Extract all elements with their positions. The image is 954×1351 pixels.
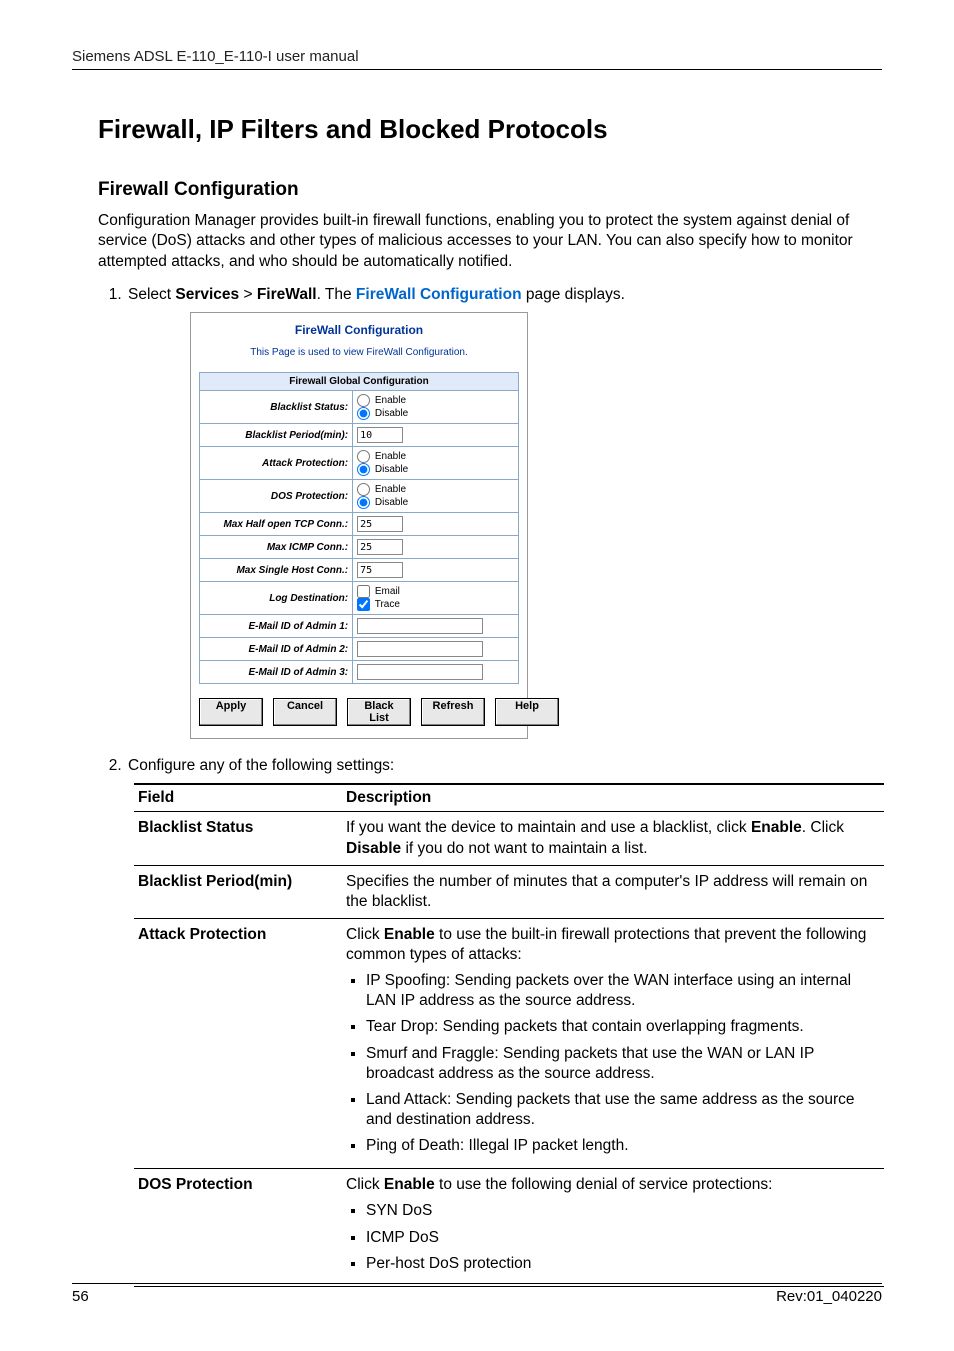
- blacklist-button[interactable]: Black List: [347, 698, 411, 726]
- row-email3-label: E-Mail ID of Admin 3:: [200, 661, 353, 684]
- desc-attack-protection: Click Enable to use the built-in firewal…: [342, 918, 884, 1168]
- step-1-link: FireWall Configuration: [356, 286, 522, 303]
- attack-item: Tear Drop: Sending packets that contain …: [366, 1017, 880, 1037]
- step-1: Select Services > FireWall. The FireWall…: [126, 286, 882, 739]
- help-button[interactable]: Help: [495, 698, 559, 726]
- blacklist-disable-radio[interactable]: [357, 407, 370, 420]
- dos-item: Per-host DoS protection: [366, 1254, 880, 1274]
- desc-blacklist-status: If you want the device to maintain and u…: [342, 812, 884, 865]
- disable-label: Disable: [375, 498, 408, 509]
- config-table: Firewall Global Configuration Blacklist …: [199, 372, 519, 684]
- blacklist-period-input[interactable]: [357, 427, 403, 443]
- row-email2-label: E-Mail ID of Admin 2:: [200, 638, 353, 661]
- dos-enable-radio[interactable]: [357, 483, 370, 496]
- attack-item: Smurf and Fraggle: Sending packets that …: [366, 1044, 880, 1084]
- refresh-button[interactable]: Refresh: [421, 698, 485, 726]
- enable-label: Enable: [375, 396, 406, 407]
- panel-button-row: Apply Cancel Black List Refresh Help: [199, 698, 519, 726]
- disable-label: Disable: [375, 409, 408, 420]
- page-title: Firewall, IP Filters and Blocked Protoco…: [98, 114, 882, 145]
- section-heading: Firewall Configuration: [98, 179, 882, 201]
- dos-item: ICMP DoS: [366, 1228, 880, 1248]
- cancel-button[interactable]: Cancel: [273, 698, 337, 726]
- step-1-mid: . The: [317, 286, 356, 303]
- email-label: Email: [375, 587, 400, 598]
- blacklist-enable-radio[interactable]: [357, 394, 370, 407]
- log-trace-check[interactable]: [357, 598, 370, 611]
- field-blacklist-period: Blacklist Period(min): [134, 865, 342, 918]
- row-email1-label: E-Mail ID of Admin 1:: [200, 615, 353, 638]
- attack-enable-radio[interactable]: [357, 450, 370, 463]
- email1-input[interactable]: [357, 618, 483, 634]
- intro-paragraph: Configuration Manager provides built-in …: [98, 211, 882, 272]
- attack-disable-radio[interactable]: [357, 463, 370, 476]
- desc-blacklist-period: Specifies the number of minutes that a c…: [342, 865, 884, 918]
- step-list: Select Services > FireWall. The FireWall…: [98, 286, 882, 775]
- firewall-config-panel: FireWall Configuration This Page is used…: [190, 312, 528, 739]
- max-icmp-input[interactable]: [357, 539, 403, 555]
- row-max-single-label: Max Single Host Conn.:: [200, 559, 353, 582]
- revision-id: Rev:01_040220: [776, 1288, 882, 1305]
- panel-title: FireWall Configuration: [199, 323, 519, 337]
- config-caption: Firewall Global Configuration: [200, 373, 519, 391]
- running-header: Siemens ADSL E-110_E-110-I user manual: [72, 48, 882, 70]
- email2-input[interactable]: [357, 641, 483, 657]
- row-max-icmp-label: Max ICMP Conn.:: [200, 536, 353, 559]
- step-1-sep: >: [239, 286, 257, 303]
- step-1-post: page displays.: [522, 286, 625, 303]
- field-description-table: Field Description Blacklist Status If yo…: [134, 783, 884, 1287]
- max-single-input[interactable]: [357, 562, 403, 578]
- row-blacklist-period-label: Blacklist Period(min):: [200, 424, 353, 447]
- row-max-half-tcp-label: Max Half open TCP Conn.:: [200, 513, 353, 536]
- row-blacklist-status-value: Enable Disable: [353, 391, 519, 424]
- email3-input[interactable]: [357, 664, 483, 680]
- page-footer: 56 Rev:01_040220: [72, 1283, 882, 1305]
- trace-label: Trace: [375, 600, 400, 611]
- max-half-tcp-input[interactable]: [357, 516, 403, 532]
- attack-item: IP Spoofing: Sending packets over the WA…: [366, 971, 880, 1011]
- dos-disable-radio[interactable]: [357, 496, 370, 509]
- row-blacklist-status-label: Blacklist Status:: [200, 391, 353, 424]
- step-2: Configure any of the following settings:: [126, 757, 882, 775]
- step-2-text: Configure any of the following settings:: [128, 757, 394, 774]
- row-dos-label: DOS Protection:: [200, 480, 353, 513]
- dos-item: SYN DoS: [366, 1201, 880, 1221]
- desc-dos-protection: Click Enable to use the following denial…: [342, 1169, 884, 1287]
- enable-label: Enable: [375, 485, 406, 496]
- disable-label: Disable: [375, 465, 408, 476]
- col-field: Field: [134, 784, 342, 812]
- field-blacklist-status: Blacklist Status: [134, 812, 342, 865]
- attack-item: Land Attack: Sending packets that use th…: [366, 1090, 880, 1130]
- panel-desc: This Page is used to view FireWall Confi…: [199, 347, 519, 358]
- field-dos-protection: DOS Protection: [134, 1169, 342, 1287]
- row-attack-label: Attack Protection:: [200, 447, 353, 480]
- step-1-services: Services: [175, 286, 239, 303]
- attack-item: Ping of Death: Illegal IP packet length.: [366, 1136, 880, 1156]
- step-1-firewall: FireWall: [257, 286, 317, 303]
- row-log-dest-label: Log Destination:: [200, 582, 353, 615]
- col-description: Description: [342, 784, 884, 812]
- page-number: 56: [72, 1288, 89, 1305]
- field-attack-protection: Attack Protection: [134, 918, 342, 1168]
- enable-label: Enable: [375, 452, 406, 463]
- log-email-check[interactable]: [357, 585, 370, 598]
- apply-button[interactable]: Apply: [199, 698, 263, 726]
- step-1-text: Select: [128, 286, 175, 303]
